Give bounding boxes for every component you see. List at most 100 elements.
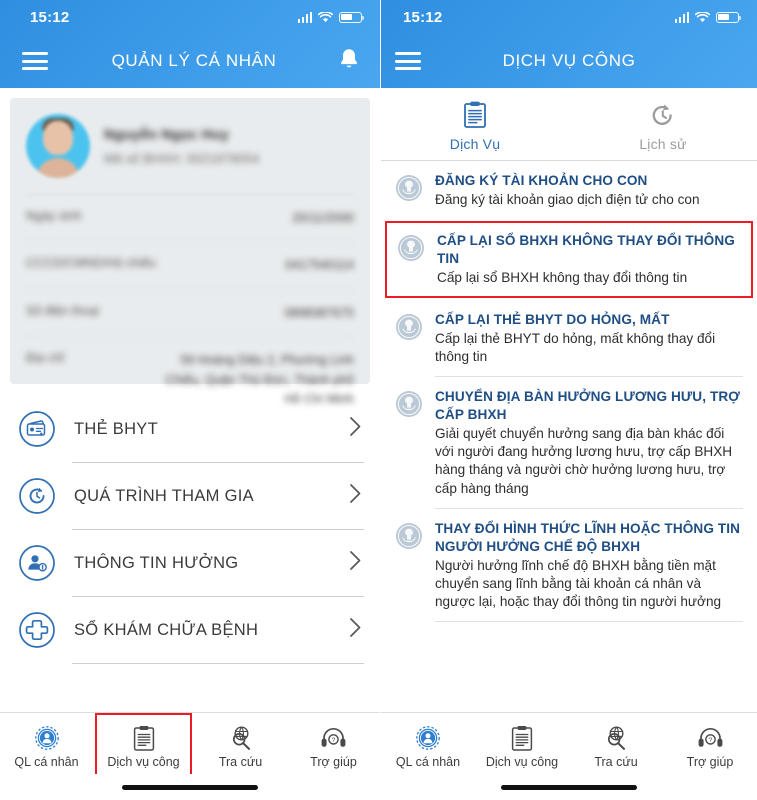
service-description: Đăng ký tài khoản giao dịch điện tử cho … bbox=[435, 192, 700, 207]
hamburger-menu-icon[interactable] bbox=[22, 48, 48, 75]
right-status-bar: 15:12 bbox=[381, 0, 757, 34]
bottom-nav-label: Trợ giúp bbox=[686, 755, 734, 769]
cellular-signal-icon bbox=[674, 11, 689, 23]
left-nav-bar: QUẢN LÝ CÁ NHÂN bbox=[8, 34, 380, 88]
profile-row-value: 59 Hoàng Diệu 2, Phường Linh Chiểu, Quận… bbox=[165, 353, 354, 406]
profile-row-label: CCCD/CMND/Hộ chiếu bbox=[26, 256, 156, 271]
public-service-document-icon bbox=[475, 723, 569, 753]
bottom-nav-tra-cuu[interactable]: Tra cứu bbox=[194, 721, 287, 775]
search-lookup-icon bbox=[569, 723, 663, 753]
bottom-nav-ql-ca-nhan[interactable]: QL cá nhân bbox=[381, 721, 475, 775]
menu-item-label: SỔ KHÁM CHỮA BỆNH bbox=[74, 620, 259, 639]
profile-row-value: 0417540114 bbox=[285, 258, 354, 273]
chevron-right-icon bbox=[349, 550, 362, 576]
service-description: Người hưởng lĩnh chế độ BHXH bằng tiền m… bbox=[435, 557, 722, 609]
profile-row-value: 0898387675 bbox=[284, 305, 354, 320]
chevron-right-icon bbox=[349, 483, 362, 509]
profile-row: CCCD/CMND/Hộ chiếu 0417540114 bbox=[26, 242, 354, 290]
page-title: DỊCH VỤ CÔNG bbox=[502, 51, 636, 70]
profile-row: Ngày sinh 20/11/2000 bbox=[26, 195, 354, 243]
service-title: THAY ĐỔI HÌNH THỨC LĨNH HOẶC THÔNG TIN N… bbox=[435, 520, 741, 554]
tab-lich-su[interactable]: Lịch sử bbox=[569, 88, 757, 160]
menu-item-thong-tin-huong[interactable]: THÔNG TIN HƯỞNG bbox=[16, 530, 364, 596]
cellular-signal-icon bbox=[297, 11, 312, 23]
profile-name: Nguyễn Ngọc Huy bbox=[104, 126, 230, 142]
service-description: Cấp lại sổ BHXH không thay đổi thông tin bbox=[437, 270, 688, 286]
tab-dich-vu[interactable]: Dịch Vụ bbox=[381, 88, 569, 160]
tab-label: Lịch sử bbox=[639, 136, 687, 152]
right-home-indicator-area bbox=[381, 774, 757, 800]
right-bottom-nav: QL cá nhân Dịch vụ công Tra cứu ? Trợ gi… bbox=[381, 712, 757, 774]
battery-icon bbox=[339, 11, 365, 23]
profile-row-value: 20/11/2000 bbox=[292, 211, 354, 225]
service-item-chuyen-dia-ban-huong-luong-huu[interactable]: CHUYỂN ĐỊA BÀN HƯỞNG LƯƠNG HƯU, TRỢ CẤP … bbox=[381, 377, 757, 507]
left-topbar: 15:12 QUẢN LÝ CÁ NHÂN bbox=[0, 0, 380, 88]
bottom-nav-label: QL cá nhân bbox=[14, 755, 79, 769]
bhxh-logo-icon bbox=[395, 174, 423, 202]
bottom-nav-ql-ca-nhan[interactable]: QL cá nhân bbox=[0, 721, 93, 775]
bottom-nav-label: Dịch vụ công bbox=[107, 755, 180, 769]
right-topbar: 15:12 DỊCH VỤ CÔNG bbox=[381, 0, 757, 88]
menu-item-label: QUÁ TRÌNH THAM GIA bbox=[74, 486, 254, 505]
bottom-nav-label: Dịch vụ công bbox=[485, 755, 559, 769]
service-item-thay-doi-hinh-thuc-linh[interactable]: THAY ĐỔI HÌNH THỨC LĨNH HOẶC THÔNG TIN N… bbox=[381, 509, 757, 621]
home-indicator[interactable] bbox=[122, 784, 258, 790]
right-nav-bar: DỊCH VỤ CÔNG bbox=[381, 34, 757, 88]
service-text: THAY ĐỔI HÌNH THỨC LĨNH HOẶC THÔNG TIN N… bbox=[435, 520, 743, 611]
menu-item-qua-trinh-tham-gia[interactable]: QUÁ TRÌNH THAM GIA bbox=[16, 463, 364, 529]
public-service-document-icon bbox=[97, 723, 190, 753]
page-title: QUẢN LÝ CÁ NHÂN bbox=[111, 51, 277, 70]
service-title: CẤP LẠI THẺ BHYT DO HỎNG, MẤT bbox=[435, 312, 670, 328]
status-time: 15:12 bbox=[30, 8, 70, 26]
medical-cross-icon bbox=[18, 611, 56, 649]
hamburger-menu-icon[interactable] bbox=[395, 48, 421, 75]
menu-item-so-kham-chua-benh[interactable]: SỔ KHÁM CHỮA BỆNH bbox=[16, 597, 364, 663]
right-phone-screen: 15:12 DỊCH VỤ CÔNG Dịch Vụ Lịch sử ĐĂNG … bbox=[380, 0, 757, 800]
service-text: CHUYỂN ĐỊA BÀN HƯỞNG LƯƠNG HƯU, TRỢ CẤP … bbox=[435, 388, 743, 497]
user-info-icon bbox=[18, 544, 56, 582]
service-item-dang-ky-tai-khoan-cho-con[interactable]: ĐĂNG KÝ TÀI KHOẢN CHO CON Đăng ký tài kh… bbox=[381, 161, 757, 219]
profile-header: Nguyễn Ngọc Huy Mã số BHXH: 0021979054 bbox=[26, 114, 354, 178]
wifi-icon bbox=[318, 11, 333, 23]
service-item-cap-lai-the-bhyt[interactable]: CẤP LẠI THẺ BHYT DO HỎNG, MẤT Cấp lại th… bbox=[381, 300, 757, 376]
wifi-icon bbox=[695, 11, 710, 23]
bottom-nav-label: Tra cứu bbox=[594, 755, 638, 769]
user-avatar-photo bbox=[26, 114, 90, 178]
chevron-right-icon bbox=[349, 617, 362, 643]
profile-row: Địa chỉ 59 Hoàng Diệu 2, Phường Linh Chi… bbox=[26, 337, 354, 422]
svg-text:?: ? bbox=[708, 737, 712, 744]
headset-support-icon: ? bbox=[663, 723, 757, 753]
profile-row-label: Ngày sinh bbox=[26, 209, 82, 223]
profile-identity: Nguyễn Ngọc Huy Mã số BHXH: 0021979054 bbox=[104, 126, 259, 166]
bottom-nav-tro-giup[interactable]: ? Trợ giúp bbox=[663, 721, 757, 775]
bottom-nav-label: QL cá nhân bbox=[395, 755, 461, 769]
service-title: CẤP LẠI SỔ BHXH KHÔNG THAY ĐỔI THÔNG TIN bbox=[437, 233, 735, 267]
bhxh-logo-icon bbox=[397, 234, 425, 262]
service-item-cap-lai-so-bhxh[interactable]: CẤP LẠI SỔ BHXH KHÔNG THAY ĐỔI THÔNG TIN… bbox=[385, 221, 753, 299]
left-status-bar: 15:12 bbox=[8, 0, 380, 34]
service-text: CẤP LẠI THẺ BHYT DO HỎNG, MẤT Cấp lại th… bbox=[435, 311, 743, 366]
dual-screenshot-container: 15:12 QUẢN LÝ CÁ NHÂN Nguyễn Ngọc Huy Mã… bbox=[0, 0, 757, 800]
tab-label: Dịch Vụ bbox=[449, 136, 501, 152]
bottom-nav-label: Tra cứu bbox=[218, 755, 263, 769]
service-tabs: Dịch Vụ Lịch sử bbox=[381, 88, 757, 161]
bottom-nav-tro-giup[interactable]: ? Trợ giúp bbox=[287, 721, 380, 775]
menu-divider bbox=[72, 663, 364, 664]
bottom-nav-tra-cuu[interactable]: Tra cứu bbox=[569, 721, 663, 775]
search-lookup-icon bbox=[194, 723, 287, 753]
service-divider bbox=[435, 620, 743, 622]
notification-bell-icon[interactable] bbox=[338, 47, 360, 76]
bottom-nav-dich-vu-cong[interactable]: Dịch vụ công bbox=[475, 721, 569, 775]
status-time: 15:12 bbox=[403, 8, 443, 26]
headset-support-icon: ? bbox=[287, 723, 380, 753]
left-phone-screen: 15:12 QUẢN LÝ CÁ NHÂN Nguyễn Ngọc Huy Mã… bbox=[0, 0, 380, 800]
status-icons bbox=[297, 11, 365, 23]
profile-row-label: Số điện thoại bbox=[26, 303, 99, 318]
profile-row: Số điện thoại 0898387675 bbox=[26, 290, 354, 338]
service-text: CẤP LẠI SỔ BHXH KHÔNG THAY ĐỔI THÔNG TIN… bbox=[437, 232, 739, 287]
bottom-nav-dich-vu-cong[interactable]: Dịch vụ công bbox=[95, 713, 192, 777]
bhxh-logo-icon bbox=[395, 522, 423, 550]
menu-item-label: THẺ BHYT bbox=[74, 419, 158, 438]
home-indicator[interactable] bbox=[501, 784, 637, 790]
service-list: ĐĂNG KÝ TÀI KHOẢN CHO CON Đăng ký tài kh… bbox=[381, 161, 757, 712]
